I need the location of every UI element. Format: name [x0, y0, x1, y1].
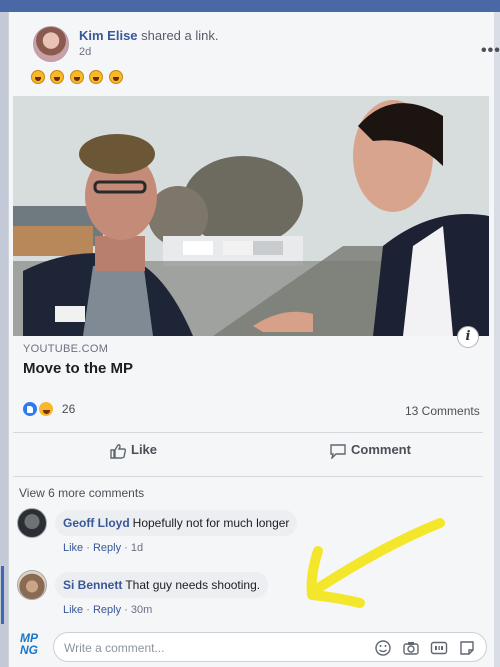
like-button[interactable]: Like [109, 442, 157, 459]
haha-reaction-icon [37, 400, 56, 418]
divider [13, 476, 483, 477]
comment-button-label: Comment [351, 442, 411, 457]
post-header: Kim Elise shared a link. 2d ••• [33, 26, 500, 66]
gif-icon[interactable] [430, 639, 448, 657]
reaction-count: 26 [61, 402, 76, 416]
separator-dot: · [86, 542, 93, 554]
comment-reply-link[interactable]: Reply [93, 542, 121, 554]
post-timestamp[interactable]: 2d [79, 46, 91, 58]
author-name-link[interactable]: Kim Elise [79, 28, 138, 43]
comment-bubble-icon [330, 443, 346, 459]
camera-icon[interactable] [402, 639, 420, 657]
comment-button[interactable]: Comment [329, 442, 411, 459]
grinning-squint-emoji-icon [89, 70, 104, 84]
comment-text: Hopefully not for much longer [132, 516, 290, 530]
commenter-name-link[interactable]: Geoff Lloyd [63, 516, 130, 530]
thumbs-up-icon [110, 443, 127, 459]
like-reaction-icon [21, 400, 39, 418]
video-thumbnail[interactable] [13, 96, 489, 336]
grinning-squint-emoji-icon [50, 70, 65, 84]
grinning-squint-emoji-icon [31, 70, 45, 84]
post-emoji-row [31, 70, 124, 88]
comment-input[interactable] [64, 638, 364, 658]
view-more-comments-link[interactable]: View 6 more comments [19, 486, 144, 500]
grinning-squint-emoji-icon [108, 70, 123, 84]
new-comment-highlight-bar [1, 566, 4, 624]
link-title[interactable]: Move to the MP [23, 360, 133, 377]
commenter-avatar[interactable] [17, 508, 47, 538]
annotation-arrow [306, 518, 445, 608]
comment-bubble: Si Bennett That guy needs shooting. [55, 572, 269, 598]
logo-text-bottom: NG [20, 643, 38, 657]
comment-timestamp[interactable]: 30m [131, 604, 152, 616]
action-bar: Like Comment [13, 438, 483, 468]
comment-composer [53, 632, 487, 662]
separator-dot: · [124, 542, 131, 554]
browser-top-strip [0, 0, 500, 12]
author-line: Kim Elise shared a link. [79, 28, 218, 43]
emoji-icon[interactable] [374, 639, 392, 657]
comment-actions: Like · Reply · 30m [63, 604, 152, 616]
comment-actions: Like · Reply · 1d [63, 542, 143, 554]
link-domain: YOUTUBE.COM [23, 343, 109, 355]
separator-dot: · [86, 604, 93, 616]
comment-reply-link[interactable]: Reply [93, 604, 121, 616]
video-thumbnail-image [13, 96, 489, 336]
sticker-icon[interactable] [458, 639, 476, 657]
commenter-avatar[interactable] [17, 570, 47, 600]
page-logo[interactable]: MP NG [13, 632, 45, 662]
like-button-label: Like [131, 442, 158, 457]
reactions-summary[interactable]: 26 [21, 400, 75, 420]
comment-bubble: Geoff Lloyd Hopefully not for much longer [55, 510, 298, 536]
more-options-icon[interactable]: ••• [481, 42, 500, 60]
grinning-squint-emoji-icon [69, 70, 84, 84]
separator-dot: · [124, 604, 131, 616]
comment-count-link[interactable]: 13 Comments [405, 404, 480, 418]
comment-like-link[interactable]: Like [63, 542, 83, 554]
divider [13, 432, 483, 433]
shared-text: shared a link. [141, 28, 219, 43]
info-icon[interactable]: i [457, 326, 479, 348]
comment-timestamp[interactable]: 1d [131, 542, 143, 554]
commenter-name-link[interactable]: Si Bennett [63, 578, 122, 592]
comment-text: That guy needs shooting. [125, 578, 261, 592]
comment-like-link[interactable]: Like [63, 604, 83, 616]
author-avatar[interactable] [33, 26, 69, 62]
